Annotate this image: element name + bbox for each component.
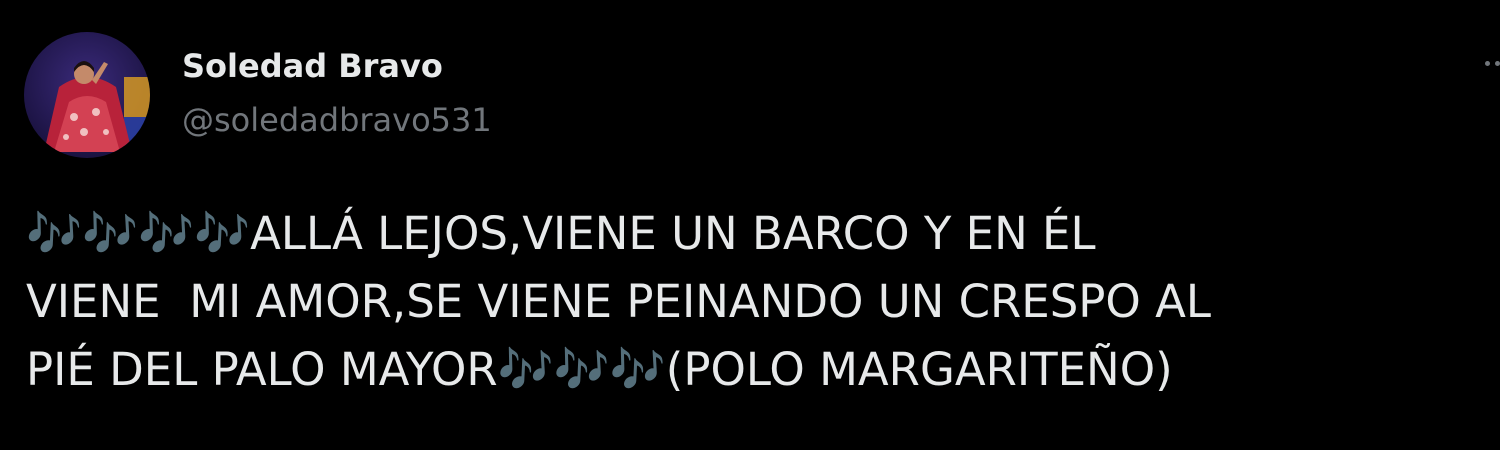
tweet-text-line2: VIENE MI AMOR,SE VIENE PEINANDO UN CRESP… [26, 275, 1212, 328]
musical-notes-emoji: 🎶🎶🎶 [497, 343, 666, 396]
more-horizontal-icon [1485, 60, 1490, 66]
avatar[interactable] [24, 32, 150, 158]
tweet-text-line3: PIÉ DEL PALO MAYOR [26, 343, 498, 396]
more-horizontal-icon-dot [1495, 60, 1500, 66]
tweet-card: Soledad Bravo @soledadbravo531 🎶🎶🎶🎶ALLÁ … [0, 0, 1500, 450]
avatar-image [24, 32, 150, 158]
more-options-button[interactable] [1470, 48, 1500, 78]
musical-notes-emoji: 🎶🎶🎶🎶 [26, 207, 251, 260]
author-name[interactable]: Soledad Bravo [182, 46, 443, 86]
tweet-text-line3-end: (POLO MARGARITEÑO) [665, 343, 1173, 396]
author-handle[interactable]: @soledadbravo531 [182, 100, 492, 140]
tweet-text-line1: ALLÁ LEJOS,VIENE UN BARCO Y EN ÉL [250, 207, 1096, 260]
tweet-text: 🎶🎶🎶🎶ALLÁ LEJOS,VIENE UN BARCO Y EN ÉL VI… [26, 200, 1486, 404]
